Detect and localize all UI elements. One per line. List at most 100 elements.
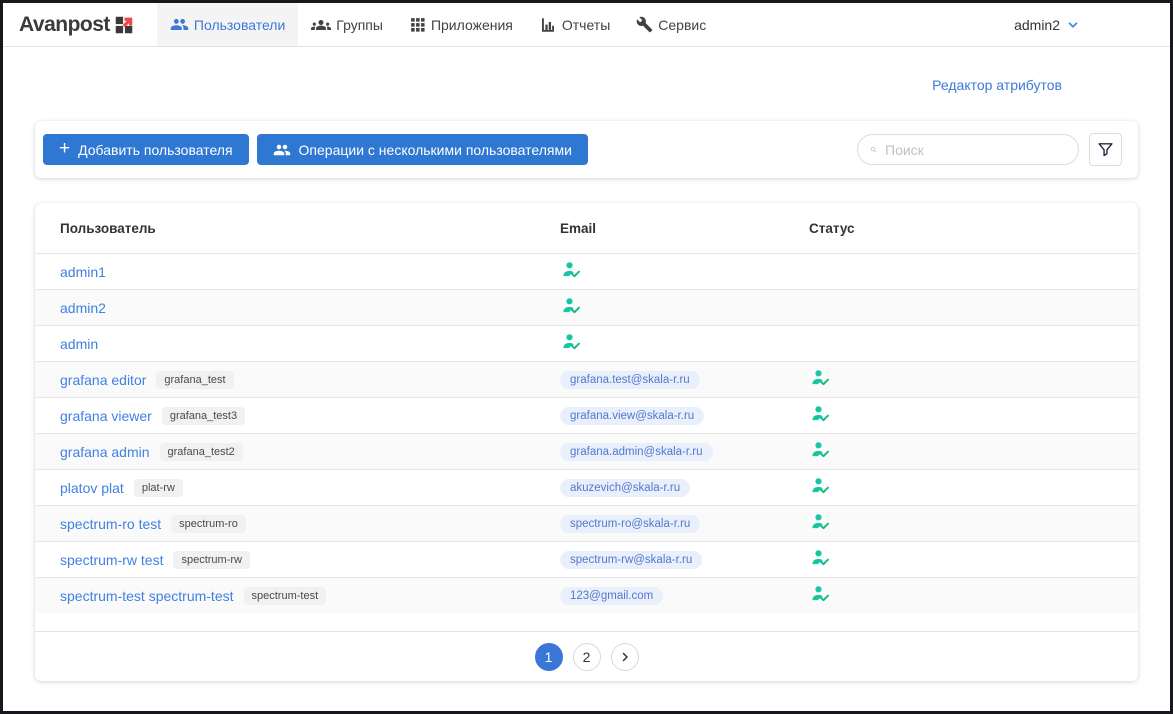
people-icon [273, 141, 291, 159]
table-row[interactable]: platov plat plat-rw akuzevich@skala-r.ru [35, 469, 1138, 505]
user-name-link[interactable]: admin2 [60, 300, 106, 316]
tab-service[interactable]: Сервис [623, 3, 719, 46]
user-check-icon [811, 369, 832, 388]
user-name-link[interactable]: grafana admin [60, 444, 150, 460]
user-check-icon [811, 513, 832, 532]
users-table-card: Пользователь Email Статус admin1 admin2 [35, 203, 1138, 681]
user-email-pill: akuzevich@skala-r.ru [560, 479, 690, 497]
bulk-operations-label: Операции с несколькими пользователями [299, 142, 572, 158]
table-body: admin1 admin2 admin [35, 253, 1138, 613]
user-email-pill: spectrum-rw@skala-r.ru [560, 551, 702, 569]
tab-users-label: Пользователи [194, 17, 285, 33]
user-check-icon [811, 585, 832, 604]
user-email-pill: grafana.admin@skala-r.ru [560, 443, 713, 461]
chevron-right-icon [619, 651, 631, 663]
user-cell: admin2 [60, 300, 560, 316]
user-cell: spectrum-test spectrum-test spectrum-tes… [60, 587, 560, 605]
tab-reports[interactable]: Отчеты [526, 3, 623, 46]
table-row[interactable]: admin [35, 325, 1138, 361]
user-name-link[interactable]: admin [60, 336, 98, 352]
user-email-pill: grafana.view@skala-r.ru [560, 407, 704, 425]
user-login-badge: spectrum-test [244, 587, 327, 605]
user-login-badge: grafana_test [156, 371, 233, 389]
user-name-link[interactable]: spectrum-rw test [60, 552, 163, 568]
user-check-icon [562, 333, 583, 352]
user-check-icon [811, 441, 832, 460]
plus-icon: + [59, 139, 70, 158]
user-name-link[interactable]: grafana editor [60, 372, 146, 388]
search-icon [870, 142, 877, 157]
user-name-link[interactable]: spectrum-ro test [60, 516, 161, 532]
user-email-pill: grafana.test@skala-r.ru [560, 371, 700, 389]
user-name-link[interactable]: admin1 [60, 264, 106, 280]
search-box [857, 134, 1079, 165]
status-cell [809, 549, 1138, 571]
user-cell: spectrum-rw test spectrum-rw [60, 551, 560, 569]
pagination-next-button[interactable] [611, 643, 639, 671]
tab-groups[interactable]: Группы [298, 3, 396, 46]
table-row[interactable]: admin1 [35, 253, 1138, 289]
search-input[interactable] [885, 142, 1066, 158]
tab-applications[interactable]: Приложения [396, 3, 526, 46]
user-cell: grafana editor grafana_test [60, 371, 560, 389]
apps-grid-icon [409, 16, 426, 33]
tab-service-label: Сервис [658, 17, 706, 33]
pagination: 12 [35, 631, 1138, 681]
table-row[interactable]: spectrum-ro test spectrum-ro spectrum-ro… [35, 505, 1138, 541]
status-cell [809, 405, 1138, 427]
search-area [857, 133, 1122, 166]
table-row[interactable]: grafana editor grafana_test grafana.test… [35, 361, 1138, 397]
user-check-icon [811, 405, 832, 424]
user-name-link[interactable]: spectrum-test spectrum-test [60, 588, 234, 604]
tab-applications-label: Приложения [431, 17, 513, 33]
status-cell [560, 261, 809, 283]
user-check-icon [562, 297, 583, 316]
user-check-icon [811, 477, 832, 496]
status-cell [809, 477, 1138, 499]
header-user: Пользователь [60, 221, 560, 236]
user-menu[interactable]: admin2 [1014, 3, 1170, 46]
attr-editor-row: Редактор атрибутов [3, 77, 1170, 95]
user-cell: admin [60, 336, 560, 352]
bar-chart-icon [539, 16, 557, 34]
avanpost-arrow-mark-icon [113, 14, 135, 36]
user-cell: platov plat plat-rw [60, 479, 560, 497]
user-cell: grafana admin grafana_test2 [60, 443, 560, 461]
toolbar-card: + Добавить пользователя Операции с неско… [35, 121, 1138, 178]
pagination-page-1[interactable]: 1 [535, 643, 563, 671]
user-check-icon [562, 261, 583, 280]
header-email: Email [560, 221, 809, 236]
status-cell [809, 441, 1138, 463]
user-cell: admin1 [60, 264, 560, 280]
users-icon [170, 15, 189, 34]
status-cell [560, 297, 809, 319]
wrench-icon [636, 16, 653, 33]
chevron-down-icon [1066, 18, 1080, 32]
top-navbar: Avanpost Пользователи Группы Приложения … [3, 3, 1170, 47]
tab-reports-label: Отчеты [562, 17, 610, 33]
bulk-operations-button[interactable]: Операции с несколькими пользователями [257, 134, 588, 165]
user-login-badge: spectrum-ro [171, 515, 246, 533]
table-row[interactable]: admin2 [35, 289, 1138, 325]
user-login-badge: grafana_test2 [160, 443, 243, 461]
table-row[interactable]: spectrum-rw test spectrum-rw spectrum-rw… [35, 541, 1138, 577]
tab-groups-label: Группы [336, 17, 383, 33]
attribute-editor-link[interactable]: Редактор атрибутов [932, 77, 1062, 93]
table-row[interactable]: grafana viewer grafana_test3 grafana.vie… [35, 397, 1138, 433]
user-name-link[interactable]: grafana viewer [60, 408, 152, 424]
user-login-badge: grafana_test3 [162, 407, 245, 425]
user-login-badge: plat-rw [134, 479, 183, 497]
tab-users[interactable]: Пользователи [157, 3, 298, 46]
main-tabs: Пользователи Группы Приложения Отчеты Се… [157, 3, 719, 46]
user-cell: spectrum-ro test spectrum-ro [60, 515, 560, 533]
user-login-badge: spectrum-rw [173, 551, 250, 569]
avanpost-logo[interactable]: Avanpost [3, 3, 157, 46]
table-row[interactable]: grafana admin grafana_test2 grafana.admi… [35, 433, 1138, 469]
add-user-button[interactable]: + Добавить пользователя [43, 134, 249, 165]
user-name-link[interactable]: platov plat [60, 480, 124, 496]
filter-button[interactable] [1089, 133, 1122, 166]
groups-icon [311, 15, 331, 35]
pagination-page-2[interactable]: 2 [573, 643, 601, 671]
table-row[interactable]: spectrum-test spectrum-test spectrum-tes… [35, 577, 1138, 613]
current-user-name: admin2 [1014, 17, 1060, 33]
